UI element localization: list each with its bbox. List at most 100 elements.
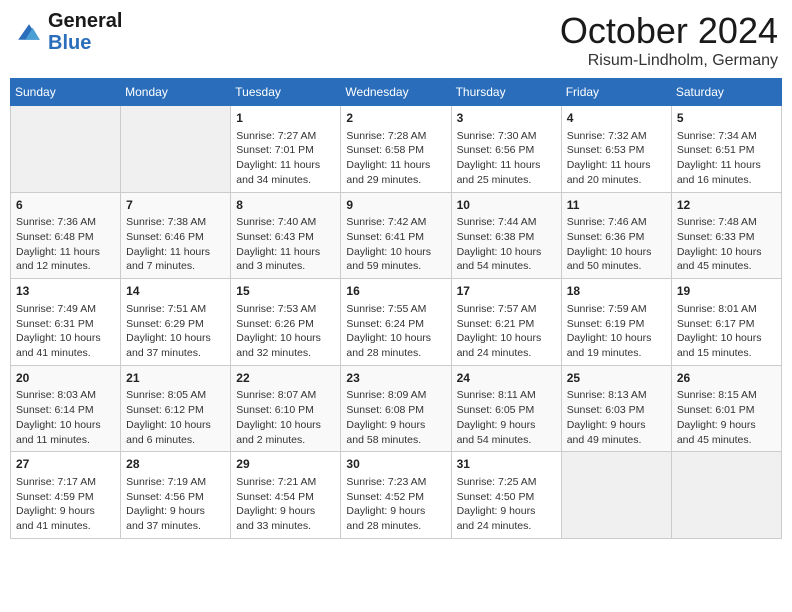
calendar-cell: 12Sunrise: 7:48 AM Sunset: 6:33 PM Dayli… (671, 192, 781, 279)
day-info: Sunrise: 7:40 AM Sunset: 6:43 PM Dayligh… (236, 215, 335, 274)
calendar-cell: 22Sunrise: 8:07 AM Sunset: 6:10 PM Dayli… (231, 365, 341, 452)
calendar-cell (561, 452, 671, 539)
day-info: Sunrise: 7:34 AM Sunset: 6:51 PM Dayligh… (677, 129, 776, 188)
calendar-cell: 8Sunrise: 7:40 AM Sunset: 6:43 PM Daylig… (231, 192, 341, 279)
day-number: 23 (346, 370, 445, 387)
day-info: Sunrise: 8:09 AM Sunset: 6:08 PM Dayligh… (346, 388, 445, 447)
day-number: 19 (677, 283, 776, 300)
calendar-cell: 15 Sunrise: 7:53 AM Sunset: 6:26 PM Dayli… (231, 279, 341, 366)
weekday-header-tuesday: Tuesday (231, 79, 341, 106)
calendar-cell: 3 Sunrise: 7:30 AM Sunset: 6:56 PM Daylig… (451, 106, 561, 193)
day-info: Sunrise: 7:53 AM Sunset: 6:26 PM Dayligh… (236, 302, 335, 361)
calendar-cell: 23Sunrise: 8:09 AM Sunset: 6:08 PM Dayli… (341, 365, 451, 452)
day-number: 25 (567, 370, 666, 387)
calendar-week-row: 27 Sunrise: 7:17 AM Sunset: 4:59 PM Dayli… (11, 452, 782, 539)
page-header: General Blue October 2024 Risum-Lindholm… (10, 10, 782, 70)
weekday-header-saturday: Saturday (671, 79, 781, 106)
calendar-header-row: SundayMondayTuesdayWednesdayThursdayFrid… (11, 79, 782, 106)
calendar-week-row: 13 Sunrise: 7:49 AM Sunset: 6:31 PM Dayli… (11, 279, 782, 366)
day-number: 10 (457, 197, 556, 214)
calendar-cell: 24Sunrise: 8:11 AM Sunset: 6:05 PM Dayli… (451, 365, 561, 452)
calendar-cell: 14 Sunrise: 7:51 AM Sunset: 6:29 PM Dayli… (121, 279, 231, 366)
calendar-cell: 18Sunrise: 7:59 AM Sunset: 6:19 PM Dayli… (561, 279, 671, 366)
logo-text-line1: General (48, 10, 122, 32)
title-block: October 2024 Risum-Lindholm, Germany (560, 10, 778, 70)
day-info: Sunrise: 7:46 AM Sunset: 6:36 PM Dayligh… (567, 215, 666, 274)
location: Risum-Lindholm, Germany (560, 52, 778, 70)
calendar-cell: 10Sunrise: 7:44 AM Sunset: 6:38 PM Dayli… (451, 192, 561, 279)
day-number: 9 (346, 197, 445, 214)
day-info: Sunrise: 7:28 AM Sunset: 6:58 PM Dayligh… (346, 129, 445, 188)
calendar-cell: 19 Sunrise: 8:01 AM Sunset: 6:17 PM Dayli… (671, 279, 781, 366)
weekday-header-thursday: Thursday (451, 79, 561, 106)
calendar-cell: 13 Sunrise: 7:49 AM Sunset: 6:31 PM Dayli… (11, 279, 121, 366)
calendar-cell (11, 106, 121, 193)
calendar-cell: 6Sunrise: 7:36 AM Sunset: 6:48 PM Daylig… (11, 192, 121, 279)
day-info: Sunrise: 7:38 AM Sunset: 6:46 PM Dayligh… (126, 215, 225, 274)
day-info: Sunrise: 7:48 AM Sunset: 6:33 PM Dayligh… (677, 215, 776, 274)
day-info: Sunrise: 7:23 AM Sunset: 4:52 PM Dayligh… (346, 475, 445, 534)
day-number: 5 (677, 110, 776, 127)
day-info: Sunrise: 8:15 AM Sunset: 6:01 PM Dayligh… (677, 388, 776, 447)
day-number: 7 (126, 197, 225, 214)
calendar-cell: 25Sunrise: 8:13 AM Sunset: 6:03 PM Dayli… (561, 365, 671, 452)
day-number: 30 (346, 456, 445, 473)
weekday-header-monday: Monday (121, 79, 231, 106)
calendar-cell (121, 106, 231, 193)
day-number: 29 (236, 456, 335, 473)
calendar-cell: 20Sunrise: 8:03 AM Sunset: 6:14 PM Dayli… (11, 365, 121, 452)
day-info: Sunrise: 8:05 AM Sunset: 6:12 PM Dayligh… (126, 388, 225, 447)
calendar-week-row: 1 Sunrise: 7:27 AM Sunset: 7:01 PM Daylig… (11, 106, 782, 193)
day-info: Sunrise: 8:13 AM Sunset: 6:03 PM Dayligh… (567, 388, 666, 447)
day-number: 27 (16, 456, 115, 473)
calendar-cell: 26Sunrise: 8:15 AM Sunset: 6:01 PM Dayli… (671, 365, 781, 452)
day-number: 28 (126, 456, 225, 473)
day-info: Sunrise: 7:25 AM Sunset: 4:50 PM Dayligh… (457, 475, 556, 534)
day-number: 6 (16, 197, 115, 214)
calendar-cell: 17Sunrise: 7:57 AM Sunset: 6:21 PM Dayli… (451, 279, 561, 366)
day-info: Sunrise: 7:55 AM Sunset: 6:24 PM Dayligh… (346, 302, 445, 361)
day-number: 13 (16, 283, 115, 300)
calendar-table: SundayMondayTuesdayWednesdayThursdayFrid… (10, 78, 782, 539)
day-info: Sunrise: 7:49 AM Sunset: 6:31 PM Dayligh… (16, 302, 115, 361)
calendar-cell: 7Sunrise: 7:38 AM Sunset: 6:46 PM Daylig… (121, 192, 231, 279)
day-number: 17 (457, 283, 556, 300)
calendar-cell (671, 452, 781, 539)
day-info: Sunrise: 7:44 AM Sunset: 6:38 PM Dayligh… (457, 215, 556, 274)
day-info: Sunrise: 8:01 AM Sunset: 6:17 PM Dayligh… (677, 302, 776, 361)
day-number: 3 (457, 110, 556, 127)
logo-icon (14, 23, 44, 41)
day-number: 22 (236, 370, 335, 387)
calendar-cell: 9Sunrise: 7:42 AM Sunset: 6:41 PM Daylig… (341, 192, 451, 279)
day-number: 11 (567, 197, 666, 214)
day-info: Sunrise: 7:27 AM Sunset: 7:01 PM Dayligh… (236, 129, 335, 188)
calendar-week-row: 20Sunrise: 8:03 AM Sunset: 6:14 PM Dayli… (11, 365, 782, 452)
calendar-cell: 27 Sunrise: 7:17 AM Sunset: 4:59 PM Dayli… (11, 452, 121, 539)
day-number: 14 (126, 283, 225, 300)
month-title: October 2024 (560, 10, 778, 52)
calendar-cell: 21Sunrise: 8:05 AM Sunset: 6:12 PM Dayli… (121, 365, 231, 452)
logo: General Blue (14, 10, 122, 54)
calendar-cell: 31Sunrise: 7:25 AM Sunset: 4:50 PM Dayli… (451, 452, 561, 539)
day-info: Sunrise: 7:51 AM Sunset: 6:29 PM Dayligh… (126, 302, 225, 361)
day-info: Sunrise: 7:21 AM Sunset: 4:54 PM Dayligh… (236, 475, 335, 534)
day-info: Sunrise: 7:17 AM Sunset: 4:59 PM Dayligh… (16, 475, 115, 534)
day-info: Sunrise: 8:11 AM Sunset: 6:05 PM Dayligh… (457, 388, 556, 447)
day-number: 26 (677, 370, 776, 387)
day-number: 16 (346, 283, 445, 300)
calendar-week-row: 6Sunrise: 7:36 AM Sunset: 6:48 PM Daylig… (11, 192, 782, 279)
day-number: 18 (567, 283, 666, 300)
day-number: 4 (567, 110, 666, 127)
day-info: Sunrise: 7:30 AM Sunset: 6:56 PM Dayligh… (457, 129, 556, 188)
day-number: 1 (236, 110, 335, 127)
calendar-cell: 1 Sunrise: 7:27 AM Sunset: 7:01 PM Daylig… (231, 106, 341, 193)
weekday-header-wednesday: Wednesday (341, 79, 451, 106)
calendar-cell: 4Sunrise: 7:32 AM Sunset: 6:53 PM Daylig… (561, 106, 671, 193)
calendar-cell: 30 Sunrise: 7:23 AM Sunset: 4:52 PM Dayli… (341, 452, 451, 539)
calendar-cell: 29 Sunrise: 7:21 AM Sunset: 4:54 PM Dayli… (231, 452, 341, 539)
calendar-cell: 11Sunrise: 7:46 AM Sunset: 6:36 PM Dayli… (561, 192, 671, 279)
logo-text-line2: Blue (48, 32, 122, 54)
day-number: 20 (16, 370, 115, 387)
day-number: 15 (236, 283, 335, 300)
day-info: Sunrise: 8:07 AM Sunset: 6:10 PM Dayligh… (236, 388, 335, 447)
